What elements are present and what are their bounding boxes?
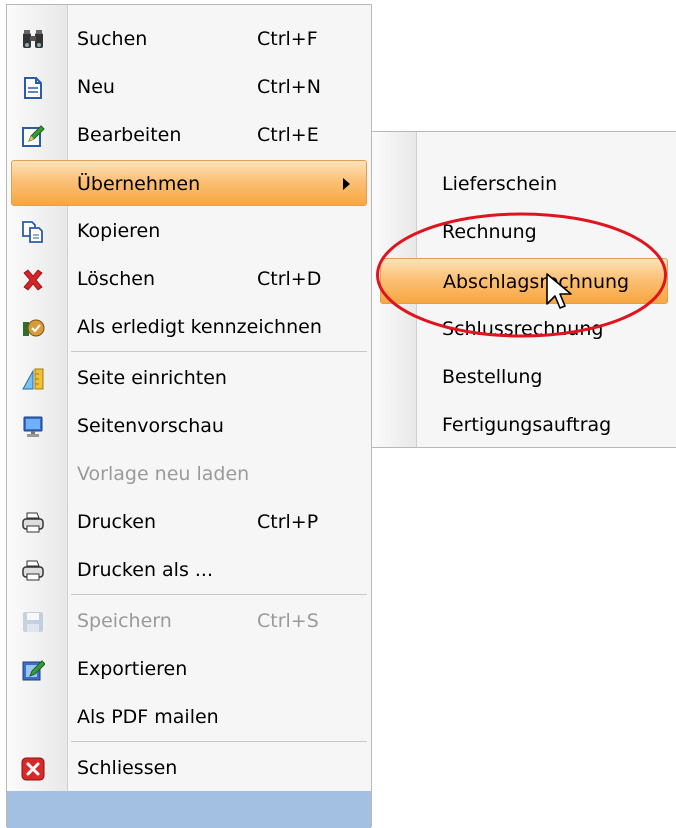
mouse-cursor-icon xyxy=(546,273,572,309)
menu-separator xyxy=(71,741,367,742)
page-setup-icon xyxy=(22,368,44,390)
save-icon xyxy=(23,612,43,632)
menu-item-label: Bestellung xyxy=(442,366,543,388)
mark-done-icon xyxy=(23,319,45,337)
shortcut-label: Ctrl+D xyxy=(257,268,322,290)
delete-icon xyxy=(23,269,43,291)
context-menu: Suchen Ctrl+F Neu Ctrl+N Bearbeiten Ctrl… xyxy=(6,4,372,828)
menu-separator xyxy=(71,594,367,595)
menu-item-als-erledigt[interactable]: Als erledigt kennzeichnen xyxy=(7,304,371,350)
menu-item-speichern: Speichern Ctrl+S xyxy=(7,598,371,644)
submenu-item-abschlagsrechnung[interactable]: Abschlagsrechnung xyxy=(380,258,668,304)
shortcut-label: Ctrl+P xyxy=(257,511,319,533)
shortcut-label: Ctrl+F xyxy=(257,28,318,50)
menu-item-label: Rechnung xyxy=(442,221,537,243)
menu-item-drucken[interactable]: Drucken Ctrl+P xyxy=(7,499,371,545)
menu-item-label: Schlussrechnung xyxy=(442,318,604,340)
menu-item-label: Als PDF mailen xyxy=(77,706,219,728)
shortcut-label: Ctrl+S xyxy=(257,610,319,632)
menu-bottom-bar xyxy=(7,791,371,828)
menu-item-label: Seite einrichten xyxy=(77,367,227,389)
menu-item-label: Bearbeiten xyxy=(77,124,182,146)
menu-item-seite-einrichten[interactable]: Seite einrichten xyxy=(7,355,371,401)
menu-item-label: Neu xyxy=(77,76,115,98)
submenu-uebernehmen: Lieferschein Rechnung Abschlagsrechnung … xyxy=(371,131,676,448)
new-document-icon xyxy=(24,77,42,99)
shortcut-label: Ctrl+E xyxy=(257,124,319,146)
menu-item-vorlage-neu-laden: Vorlage neu laden xyxy=(7,451,371,497)
menu-item-label: Als erledigt kennzeichnen xyxy=(77,316,322,338)
menu-item-label: Schliessen xyxy=(77,757,178,779)
printer-icon xyxy=(22,512,44,533)
submenu-item-rechnung[interactable]: Rechnung xyxy=(372,209,676,255)
printer-icon xyxy=(22,560,44,581)
menu-item-label: Fertigungsauftrag xyxy=(442,414,612,436)
menu-item-uebernehmen[interactable]: Übernehmen xyxy=(11,160,367,206)
menu-item-label: Speichern xyxy=(77,610,172,632)
menu-item-label: Kopieren xyxy=(77,220,161,242)
submenu-item-lieferschein[interactable]: Lieferschein xyxy=(372,161,676,207)
menu-item-schliessen[interactable]: Schliessen xyxy=(7,745,371,791)
menu-item-seitenvorschau[interactable]: Seitenvorschau xyxy=(7,403,371,449)
submenu-item-fertigungsauftrag[interactable]: Fertigungsauftrag xyxy=(372,402,676,448)
menu-separator xyxy=(71,351,367,352)
menu-item-loeschen[interactable]: Löschen Ctrl+D xyxy=(7,256,371,302)
binoculars-icon xyxy=(23,30,43,48)
menu-item-exportieren[interactable]: Exportieren xyxy=(7,646,371,692)
menu-item-bearbeiten[interactable]: Bearbeiten Ctrl+E xyxy=(7,112,371,158)
menu-item-label: Suchen xyxy=(77,28,148,50)
menu-item-label: Exportieren xyxy=(77,658,188,680)
menu-item-drucken-als[interactable]: Drucken als ... xyxy=(7,547,371,593)
menu-item-label: Drucken als ... xyxy=(77,559,214,581)
menu-item-label: Vorlage neu laden xyxy=(77,463,250,485)
close-icon xyxy=(21,757,45,781)
menu-item-neu[interactable]: Neu Ctrl+N xyxy=(7,64,371,110)
menu-item-label: Übernehmen xyxy=(77,173,201,195)
export-icon xyxy=(22,660,45,681)
edit-icon xyxy=(22,125,45,147)
submenu-arrow-icon xyxy=(343,178,350,190)
preview-icon xyxy=(23,416,43,437)
menu-item-label: Abschlagsrechnung xyxy=(443,271,630,293)
shortcut-label: Ctrl+N xyxy=(257,76,321,98)
menu-item-label: Löschen xyxy=(77,268,155,290)
menu-item-suchen[interactable]: Suchen Ctrl+F xyxy=(7,16,371,62)
menu-item-als-pdf-mailen[interactable]: Als PDF mailen xyxy=(7,694,371,740)
copy-icon xyxy=(22,221,43,243)
menu-item-kopieren[interactable]: Kopieren xyxy=(7,208,371,254)
menu-item-label: Drucken xyxy=(77,511,156,533)
menu-item-label: Lieferschein xyxy=(442,173,558,195)
submenu-item-bestellung[interactable]: Bestellung xyxy=(372,354,676,400)
submenu-item-schlussrechnung[interactable]: Schlussrechnung xyxy=(372,306,676,352)
menu-item-label: Seitenvorschau xyxy=(77,415,224,437)
